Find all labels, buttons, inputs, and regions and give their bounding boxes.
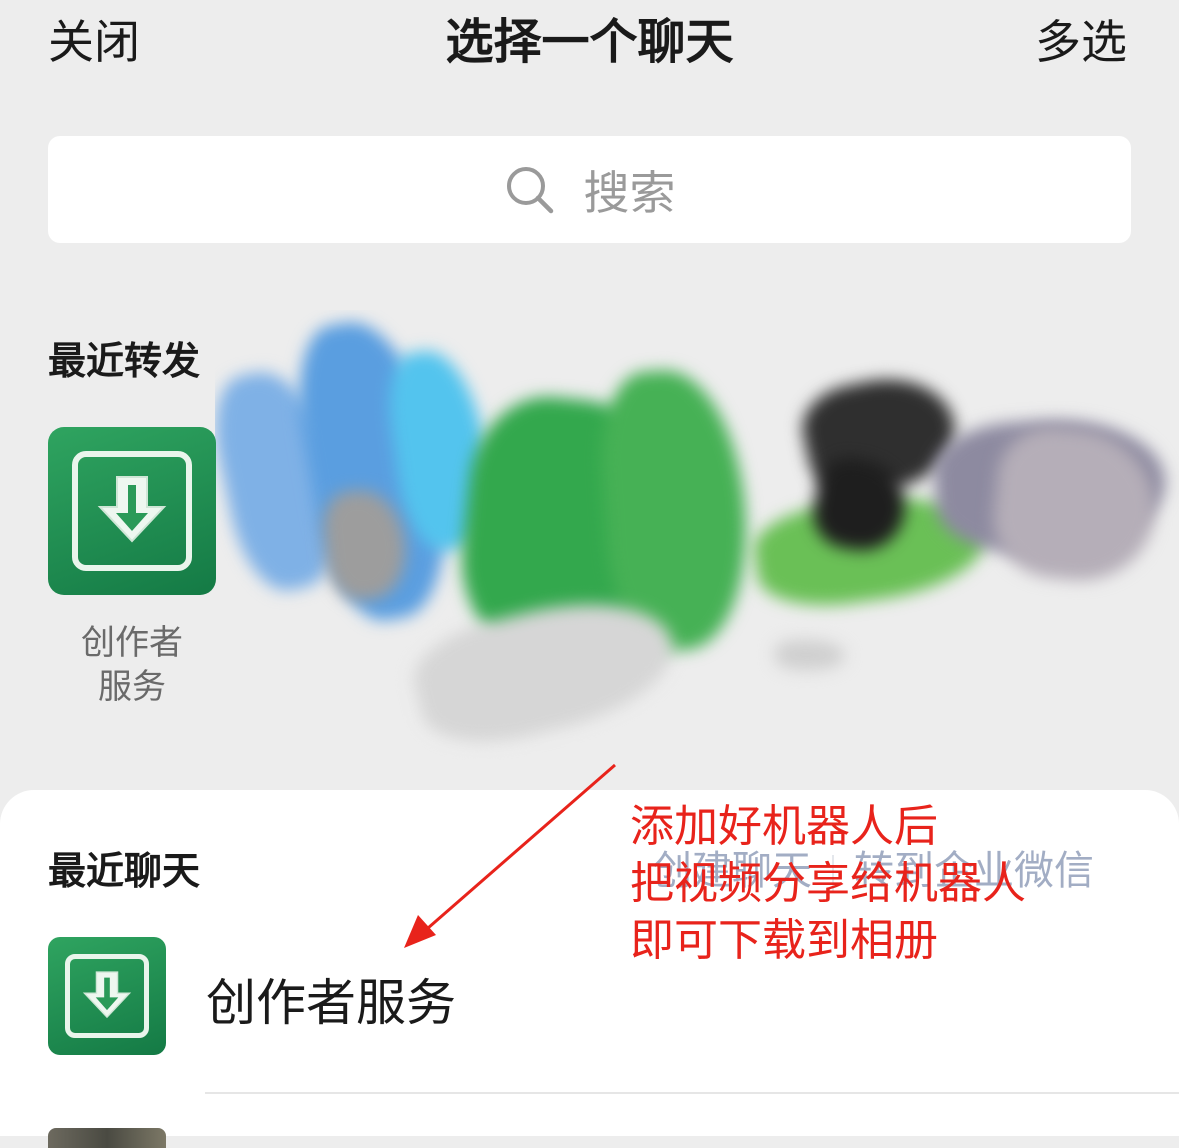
chat-avatar — [48, 937, 166, 1055]
chat-avatar-partial — [48, 1128, 166, 1148]
annotation-text: 添加好机器人后 把视频分享给机器人 即可下载到相册 — [630, 798, 1026, 969]
recent-forward-title: 最近转发 — [48, 339, 201, 383]
close-button[interactable]: 关闭 — [48, 12, 140, 72]
search-placeholder: 搜索 — [583, 165, 676, 220]
recent-forward-item[interactable]: 创作者 服务 — [48, 427, 216, 709]
label-line-2: 服务 — [98, 667, 166, 707]
annotation-line-2: 把视频分享给机器人 — [630, 858, 1026, 909]
annotation-line-1: 添加好机器人后 — [630, 801, 938, 852]
app-icon — [48, 427, 216, 595]
download-icon — [82, 971, 132, 1019]
annotation-line-3: 即可下载到相册 — [630, 915, 938, 966]
row-divider — [205, 1092, 1179, 1094]
search-icon — [506, 166, 553, 213]
recent-chats-title: 最近聊天 — [48, 849, 201, 893]
page-title: 选择一个聊天 — [445, 14, 734, 70]
label-line-1: 创作者 — [81, 623, 183, 663]
recent-forward-item-label: 创作者 服务 — [48, 621, 216, 709]
search-input[interactable]: 搜索 — [48, 136, 1131, 243]
multi-select-button[interactable]: 多选 — [1035, 12, 1127, 72]
header-bar: 关闭 选择一个聊天 多选 — [0, 0, 1179, 90]
obscured-contacts-region — [215, 310, 1179, 760]
chat-name: 创作者服务 — [206, 974, 456, 1032]
download-icon — [97, 476, 167, 543]
